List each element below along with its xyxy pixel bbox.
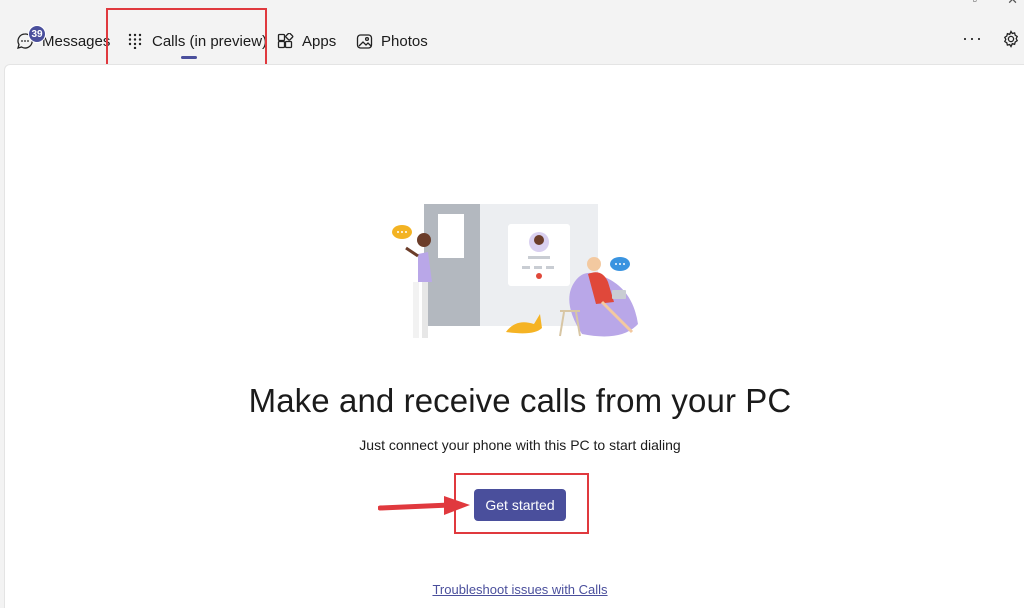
page-title: Make and receive calls from your PC (248, 382, 792, 419)
tab-apps[interactable]: Apps (276, 28, 336, 54)
troubleshoot-link[interactable]: Troubleshoot issues with Calls (0, 582, 1024, 597)
tab-photos[interactable]: Photos (355, 28, 428, 54)
page-subtitle: Just connect your phone with this PC to … (359, 437, 681, 453)
annotation-arrow (378, 496, 470, 515)
phone-link-window: ▫ ✕ Messages 39 Calls (in preview) (0, 0, 1024, 608)
dialpad-icon (126, 32, 144, 50)
tab-messages-label: Messages (42, 32, 111, 50)
unread-badge: 39 (28, 25, 46, 43)
tab-calls-label: Calls (in preview) (152, 32, 268, 50)
tab-apps-label: Apps (302, 32, 337, 50)
top-nav: Messages 39 Calls (in preview) Apps Phot… (0, 0, 1024, 74)
apps-icon (276, 32, 294, 50)
more-options-button[interactable]: ··· (962, 28, 983, 49)
gear-icon[interactable] (1002, 30, 1020, 53)
active-tab-indicator (181, 56, 197, 59)
calls-illustration (392, 204, 638, 338)
tab-photos-label: Photos (381, 32, 428, 50)
tab-calls[interactable]: Calls (in preview) (126, 28, 267, 54)
photos-icon (355, 32, 373, 50)
get-started-button[interactable]: Get started (474, 489, 566, 521)
